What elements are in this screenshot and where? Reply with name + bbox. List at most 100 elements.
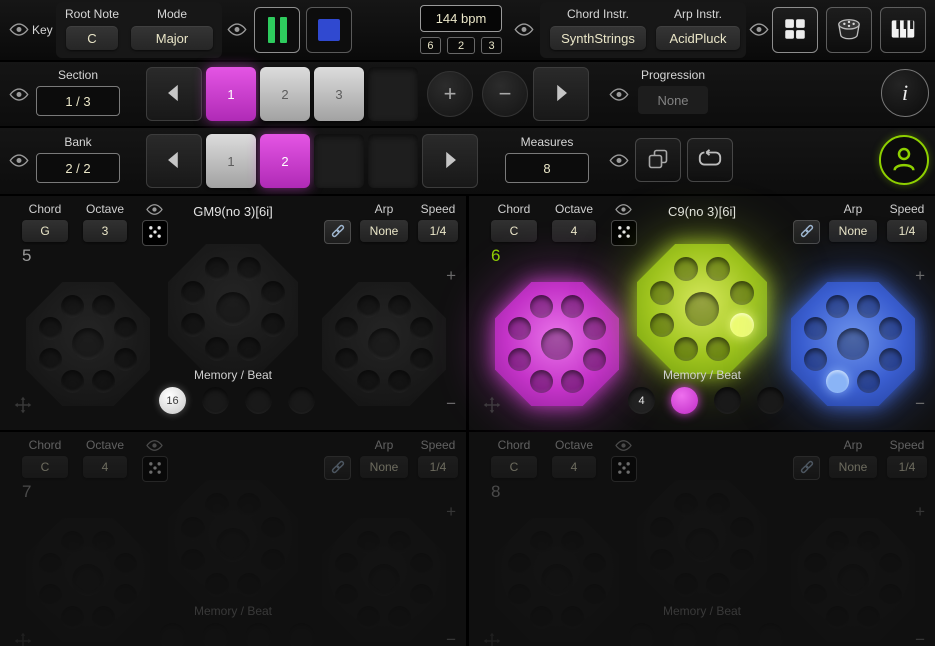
chord-instrument-button[interactable]: SynthStrings bbox=[550, 26, 646, 50]
pad-knob[interactable] bbox=[530, 531, 553, 554]
memory-slot[interactable] bbox=[159, 623, 186, 646]
memory-slot[interactable] bbox=[714, 623, 741, 646]
octave-value-button[interactable]: 3 bbox=[83, 220, 127, 242]
section-next-button[interactable] bbox=[533, 67, 589, 121]
pad-knob[interactable] bbox=[730, 281, 754, 305]
section-remove-button[interactable]: − bbox=[482, 71, 528, 117]
pad-knob[interactable] bbox=[205, 337, 229, 361]
move-handle-icon[interactable] bbox=[14, 632, 32, 646]
octave-value-button[interactable]: 4 bbox=[83, 456, 127, 478]
pad-knob[interactable] bbox=[92, 295, 115, 318]
pad-knob[interactable] bbox=[237, 337, 261, 361]
arp-link-button[interactable] bbox=[793, 456, 820, 480]
randomize-dice-button[interactable] bbox=[142, 220, 168, 246]
memory-slot[interactable] bbox=[202, 387, 229, 414]
pad-knob[interactable] bbox=[730, 313, 754, 337]
octave-value-button[interactable]: 4 bbox=[552, 456, 596, 478]
beat-count-box[interactable]: 6 bbox=[420, 37, 441, 54]
pad-knob[interactable] bbox=[237, 573, 261, 597]
pad-center-knob[interactable] bbox=[837, 564, 869, 596]
pad-knob[interactable] bbox=[706, 337, 730, 361]
pad-knob[interactable] bbox=[261, 281, 285, 305]
memory-slot[interactable] bbox=[757, 387, 784, 414]
bank-prev-button[interactable] bbox=[146, 134, 202, 188]
pad-knob[interactable] bbox=[335, 317, 358, 340]
move-handle-icon[interactable] bbox=[14, 396, 32, 414]
pad-knob[interactable] bbox=[181, 549, 205, 573]
pad-knob[interactable] bbox=[650, 517, 674, 541]
grid-view-button[interactable] bbox=[772, 7, 818, 53]
pad-knob[interactable] bbox=[181, 313, 205, 337]
arp-link-button[interactable] bbox=[324, 456, 351, 480]
cell-add-button[interactable]: + bbox=[446, 266, 456, 286]
cell-add-button[interactable]: + bbox=[915, 502, 925, 522]
pad-knob[interactable] bbox=[205, 257, 229, 281]
pad-knob[interactable] bbox=[583, 317, 606, 340]
bank-visibility-eye-icon[interactable] bbox=[8, 153, 30, 168]
pad-knob[interactable] bbox=[39, 317, 62, 340]
bank-next-button[interactable] bbox=[422, 134, 478, 188]
chord-pad-octagon[interactable] bbox=[791, 282, 915, 406]
copy-button[interactable] bbox=[635, 138, 681, 182]
section-pad-2[interactable]: 2 bbox=[260, 67, 310, 121]
cell-add-button[interactable]: + bbox=[915, 266, 925, 286]
drum-view-button[interactable] bbox=[826, 7, 872, 53]
speed-value-button[interactable]: 1/4 bbox=[887, 220, 927, 242]
memory-slot[interactable] bbox=[245, 623, 272, 646]
arp-link-button[interactable] bbox=[793, 220, 820, 244]
pad-center-knob[interactable] bbox=[541, 328, 573, 360]
pad-knob[interactable] bbox=[205, 573, 229, 597]
pad-knob[interactable] bbox=[237, 257, 261, 281]
section-pad-3[interactable]: 3 bbox=[314, 67, 364, 121]
pad-knob[interactable] bbox=[114, 553, 137, 576]
pad-knob[interactable] bbox=[650, 549, 674, 573]
pad-knob[interactable] bbox=[357, 531, 380, 554]
pad-knob[interactable] bbox=[674, 493, 698, 517]
memory-slot[interactable] bbox=[202, 623, 229, 646]
piano-view-button[interactable] bbox=[880, 7, 926, 53]
pad-knob[interactable] bbox=[335, 553, 358, 576]
bank-tools-visibility-eye-icon[interactable] bbox=[608, 153, 630, 168]
root-note-button[interactable]: C bbox=[66, 26, 118, 50]
move-handle-icon[interactable] bbox=[483, 632, 501, 646]
pad-center-knob[interactable] bbox=[72, 564, 104, 596]
bank-pad-4[interactable] bbox=[368, 134, 418, 188]
section-pad-1[interactable]: 1 bbox=[206, 67, 256, 121]
section-visibility-eye-icon[interactable] bbox=[8, 87, 30, 102]
pad-knob[interactable] bbox=[114, 317, 137, 340]
stop-button[interactable] bbox=[306, 7, 352, 53]
pad-knob[interactable] bbox=[674, 573, 698, 597]
pad-center-knob[interactable] bbox=[368, 328, 400, 360]
measures-value[interactable]: 8 bbox=[505, 153, 589, 183]
pad-center-knob[interactable] bbox=[216, 528, 250, 562]
pad-knob[interactable] bbox=[388, 531, 411, 554]
cell-remove-button[interactable]: − bbox=[446, 394, 456, 414]
view-visibility-eye-icon[interactable] bbox=[748, 22, 770, 37]
pad-knob[interactable] bbox=[92, 531, 115, 554]
pad-center-knob[interactable] bbox=[216, 292, 250, 326]
chord-pad-octagon[interactable] bbox=[495, 282, 619, 406]
pad-knob[interactable] bbox=[857, 531, 880, 554]
progression-value[interactable]: None bbox=[638, 86, 708, 114]
memory-slot[interactable]: 4 bbox=[628, 387, 655, 414]
chord-pad-octagon[interactable] bbox=[637, 480, 767, 610]
pad-center-knob[interactable] bbox=[685, 292, 719, 326]
beat-count-box[interactable]: 2 bbox=[447, 37, 475, 54]
pad-knob[interactable] bbox=[706, 493, 730, 517]
chord-value-button[interactable]: G bbox=[22, 220, 68, 242]
chord-pad-octagon[interactable] bbox=[168, 480, 298, 610]
arp-value-button[interactable]: None bbox=[360, 456, 408, 478]
pad-knob[interactable] bbox=[879, 553, 902, 576]
arp-value-button[interactable]: None bbox=[829, 456, 877, 478]
beat-count-box[interactable]: 3 bbox=[481, 37, 502, 54]
pad-knob[interactable] bbox=[730, 517, 754, 541]
move-handle-icon[interactable] bbox=[483, 396, 501, 414]
pad-knob[interactable] bbox=[730, 549, 754, 573]
chord-value-button[interactable]: C bbox=[491, 456, 537, 478]
pad-knob[interactable] bbox=[61, 531, 84, 554]
chord-pad-octagon[interactable] bbox=[168, 244, 298, 374]
memory-slot[interactable]: 16 bbox=[159, 387, 186, 414]
memory-slot[interactable] bbox=[671, 387, 698, 414]
memory-slot[interactable] bbox=[288, 623, 315, 646]
pad-knob[interactable] bbox=[804, 317, 827, 340]
